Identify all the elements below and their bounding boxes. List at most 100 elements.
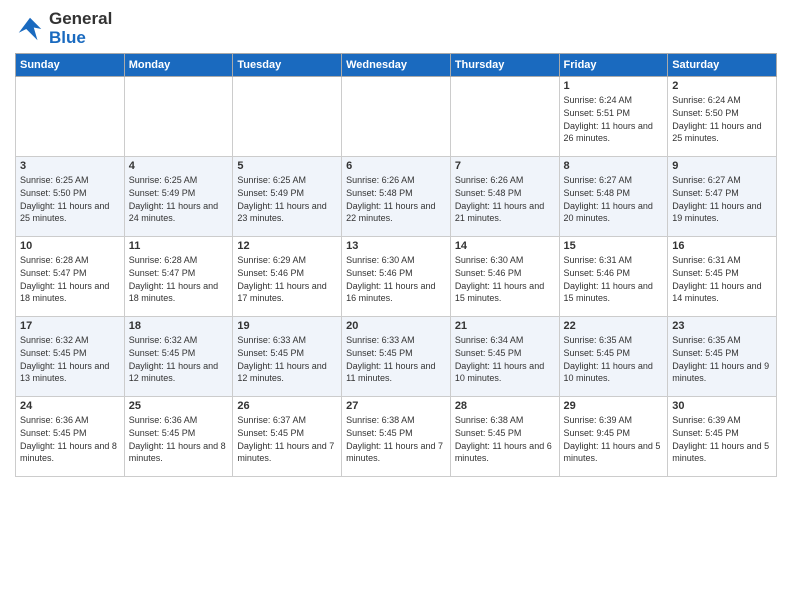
day-number: 5 [237, 160, 337, 172]
calendar-cell: 20 Sunrise: 6:33 AM Sunset: 5:45 PM Dayli… [342, 317, 451, 397]
day-info: Sunrise: 6:28 AM Sunset: 5:47 PM Dayligh… [129, 254, 229, 304]
calendar-cell: 9 Sunrise: 6:27 AM Sunset: 5:47 PM Daylig… [668, 157, 777, 237]
day-info: Sunrise: 6:36 AM Sunset: 5:45 PM Dayligh… [129, 414, 229, 464]
day-info: Sunrise: 6:31 AM Sunset: 5:45 PM Dayligh… [672, 254, 772, 304]
weekday-header-sunday: Sunday [16, 54, 125, 77]
calendar-cell [342, 77, 451, 157]
page-container: General Blue SundayMondayTuesdayWednesda… [0, 0, 792, 487]
calendar-cell: 5Sunrise: 6:25 AM Sunset: 5:49 PM Daylig… [233, 157, 342, 237]
day-info: Sunrise: 6:36 AM Sunset: 5:45 PM Dayligh… [20, 414, 120, 464]
day-info: Sunrise: 6:27 AM Sunset: 5:47 PM Dayligh… [672, 174, 772, 224]
day-number: 6 [346, 160, 446, 172]
calendar-cell: 29Sunrise: 6:39 AM Sunset: 9:45 PM Dayli… [559, 397, 668, 477]
day-info: Sunrise: 6:35 AM Sunset: 5:45 PM Dayligh… [672, 334, 772, 384]
day-info: Sunrise: 6:33 AM Sunset: 5:45 PM Dayligh… [346, 334, 446, 384]
day-info: Sunrise: 6:32 AM Sunset: 5:45 PM Dayligh… [20, 334, 120, 384]
day-number: 14 [455, 240, 555, 252]
calendar-cell: 27 Sunrise: 6:38 AM Sunset: 5:45 PM Dayli… [342, 397, 451, 477]
calendar-cell: 16 Sunrise: 6:31 AM Sunset: 5:45 PM Dayli… [668, 237, 777, 317]
day-info: Sunrise: 6:38 AM Sunset: 5:45 PM Dayligh… [346, 414, 446, 464]
day-number: 27 [346, 400, 446, 412]
calendar-body: 1Sunrise: 6:24 AM Sunset: 5:51 PM Daylig… [16, 77, 777, 477]
day-info: Sunrise: 6:33 AM Sunset: 5:45 PM Dayligh… [237, 334, 337, 384]
day-number: 25 [129, 400, 229, 412]
calendar-cell: 18 Sunrise: 6:32 AM Sunset: 5:45 PM Dayli… [124, 317, 233, 397]
day-info: Sunrise: 6:24 AM Sunset: 5:50 PM Dayligh… [672, 94, 772, 144]
day-number: 3 [20, 160, 120, 172]
day-number: 19 [237, 320, 337, 332]
day-info: Sunrise: 6:26 AM Sunset: 5:48 PM Dayligh… [346, 174, 446, 224]
calendar-cell: 23 Sunrise: 6:35 AM Sunset: 5:45 PM Dayli… [668, 317, 777, 397]
calendar-table: SundayMondayTuesdayWednesdayThursdayFrid… [15, 53, 777, 477]
calendar-cell [233, 77, 342, 157]
day-info: Sunrise: 6:35 AM Sunset: 5:45 PM Dayligh… [564, 334, 664, 384]
calendar-cell: 25 Sunrise: 6:36 AM Sunset: 5:45 PM Dayli… [124, 397, 233, 477]
day-info: Sunrise: 6:26 AM Sunset: 5:48 PM Dayligh… [455, 174, 555, 224]
day-info: Sunrise: 6:25 AM Sunset: 5:50 PM Dayligh… [20, 174, 120, 224]
calendar-cell: 1Sunrise: 6:24 AM Sunset: 5:51 PM Daylig… [559, 77, 668, 157]
day-number: 28 [455, 400, 555, 412]
weekday-header-friday: Friday [559, 54, 668, 77]
calendar-cell: 12 Sunrise: 6:29 AM Sunset: 5:46 PM Dayli… [233, 237, 342, 317]
day-number: 12 [237, 240, 337, 252]
day-info: Sunrise: 6:31 AM Sunset: 5:46 PM Dayligh… [564, 254, 664, 304]
day-info: Sunrise: 6:24 AM Sunset: 5:51 PM Dayligh… [564, 94, 664, 144]
day-number: 24 [20, 400, 120, 412]
day-info: Sunrise: 6:30 AM Sunset: 5:46 PM Dayligh… [346, 254, 446, 304]
calendar-cell [16, 77, 125, 157]
day-number: 29 [564, 400, 664, 412]
day-info: Sunrise: 6:28 AM Sunset: 5:47 PM Dayligh… [20, 254, 120, 304]
day-info: Sunrise: 6:32 AM Sunset: 5:45 PM Dayligh… [129, 334, 229, 384]
day-info: Sunrise: 6:29 AM Sunset: 5:46 PM Dayligh… [237, 254, 337, 304]
logo-text: General Blue [49, 10, 112, 47]
calendar-cell: 6 Sunrise: 6:26 AM Sunset: 5:48 PM Daylig… [342, 157, 451, 237]
day-number: 23 [672, 320, 772, 332]
calendar-cell [450, 77, 559, 157]
calendar-cell: 30Sunrise: 6:39 AM Sunset: 5:45 PM Dayli… [668, 397, 777, 477]
calendar-week-1: 3 Sunrise: 6:25 AM Sunset: 5:50 PM Daylig… [16, 157, 777, 237]
calendar-cell: 19 Sunrise: 6:33 AM Sunset: 5:45 PM Dayli… [233, 317, 342, 397]
day-number: 20 [346, 320, 446, 332]
day-number: 15 [564, 240, 664, 252]
day-info: Sunrise: 6:34 AM Sunset: 5:45 PM Dayligh… [455, 334, 555, 384]
day-number: 18 [129, 320, 229, 332]
day-number: 10 [20, 240, 120, 252]
calendar-cell: 4 Sunrise: 6:25 AM Sunset: 5:49 PM Daylig… [124, 157, 233, 237]
day-number: 7 [455, 160, 555, 172]
day-number: 4 [129, 160, 229, 172]
day-number: 9 [672, 160, 772, 172]
calendar-cell [124, 77, 233, 157]
day-number: 21 [455, 320, 555, 332]
day-number: 13 [346, 240, 446, 252]
calendar-cell: 28 Sunrise: 6:38 AM Sunset: 5:45 PM Dayli… [450, 397, 559, 477]
day-number: 16 [672, 240, 772, 252]
weekday-header-saturday: Saturday [668, 54, 777, 77]
day-info: Sunrise: 6:37 AM Sunset: 5:45 PM Dayligh… [237, 414, 337, 464]
day-info: Sunrise: 6:38 AM Sunset: 5:45 PM Dayligh… [455, 414, 555, 464]
day-number: 26 [237, 400, 337, 412]
header: General Blue [15, 10, 777, 47]
day-info: Sunrise: 6:25 AM Sunset: 5:49 PM Dayligh… [129, 174, 229, 224]
day-number: 17 [20, 320, 120, 332]
calendar-cell: 2 Sunrise: 6:24 AM Sunset: 5:50 PM Daylig… [668, 77, 777, 157]
weekday-header-row: SundayMondayTuesdayWednesdayThursdayFrid… [16, 54, 777, 77]
calendar-cell: 11 Sunrise: 6:28 AM Sunset: 5:47 PM Dayli… [124, 237, 233, 317]
calendar-cell: 14 Sunrise: 6:30 AM Sunset: 5:46 PM Dayli… [450, 237, 559, 317]
calendar-week-3: 17 Sunrise: 6:32 AM Sunset: 5:45 PM Dayli… [16, 317, 777, 397]
weekday-header-thursday: Thursday [450, 54, 559, 77]
calendar-week-2: 10 Sunrise: 6:28 AM Sunset: 5:47 PM Dayli… [16, 237, 777, 317]
calendar-cell: 15 Sunrise: 6:31 AM Sunset: 5:46 PM Dayli… [559, 237, 668, 317]
day-number: 22 [564, 320, 664, 332]
day-number: 30 [672, 400, 772, 412]
day-info: Sunrise: 6:30 AM Sunset: 5:46 PM Dayligh… [455, 254, 555, 304]
calendar-cell: 17 Sunrise: 6:32 AM Sunset: 5:45 PM Dayli… [16, 317, 125, 397]
logo: General Blue [15, 10, 112, 47]
calendar-cell: 26 Sunrise: 6:37 AM Sunset: 5:45 PM Dayli… [233, 397, 342, 477]
day-number: 8 [564, 160, 664, 172]
calendar-week-4: 24 Sunrise: 6:36 AM Sunset: 5:45 PM Dayli… [16, 397, 777, 477]
calendar-cell: 24 Sunrise: 6:36 AM Sunset: 5:45 PM Dayli… [16, 397, 125, 477]
day-number: 11 [129, 240, 229, 252]
day-number: 2 [672, 80, 772, 92]
weekday-header-wednesday: Wednesday [342, 54, 451, 77]
calendar-cell: 8Sunrise: 6:27 AM Sunset: 5:48 PM Daylig… [559, 157, 668, 237]
